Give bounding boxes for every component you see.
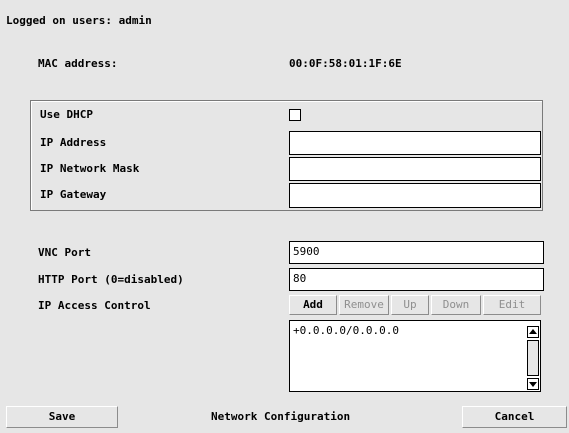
list-item[interactable]: +0.0.0.0/0.0.0.0 [293, 324, 399, 338]
dialog-title: Network Configuration [211, 410, 351, 423]
http-port-label: HTTP Port (0=disabled) [38, 273, 184, 286]
scroll-down-icon[interactable] [527, 378, 539, 390]
logged-on-users: Logged on users: admin [6, 14, 152, 27]
ip-access-list[interactable]: +0.0.0.0/0.0.0.0 [289, 320, 541, 392]
vnc-port-input[interactable]: 5900 [289, 241, 544, 264]
ip-gateway-input[interactable] [289, 183, 541, 208]
vnc-port-label: VNC Port [38, 246, 91, 259]
ip-address-label: IP Address [40, 136, 107, 149]
remove-button[interactable]: Remove [339, 295, 389, 315]
mac-address-value: 00:0F:58:01:1F:6E [289, 57, 402, 70]
save-button[interactable]: Save [6, 406, 118, 428]
cancel-button[interactable]: Cancel [462, 406, 567, 428]
up-button[interactable]: Up [391, 295, 429, 315]
ip-gateway-label: IP Gateway [40, 188, 107, 201]
use-dhcp-label: Use DHCP [40, 108, 93, 121]
ip-network-mask-label: IP Network Mask [40, 162, 140, 175]
http-port-input[interactable]: 80 [289, 268, 544, 291]
down-button[interactable]: Down [431, 295, 481, 315]
use-dhcp-checkbox[interactable] [289, 109, 301, 121]
mac-address-label: MAC address: [38, 57, 118, 70]
scroll-up-icon[interactable] [527, 326, 539, 338]
ip-access-control-label: IP Access Control [38, 299, 151, 312]
ip-address-input[interactable] [289, 131, 541, 155]
add-button[interactable]: Add [289, 295, 337, 315]
list-scrollbar[interactable] [527, 322, 539, 390]
scrollbar-track[interactable] [527, 340, 539, 376]
edit-button[interactable]: Edit [483, 295, 541, 315]
ip-network-mask-input[interactable] [289, 157, 541, 181]
